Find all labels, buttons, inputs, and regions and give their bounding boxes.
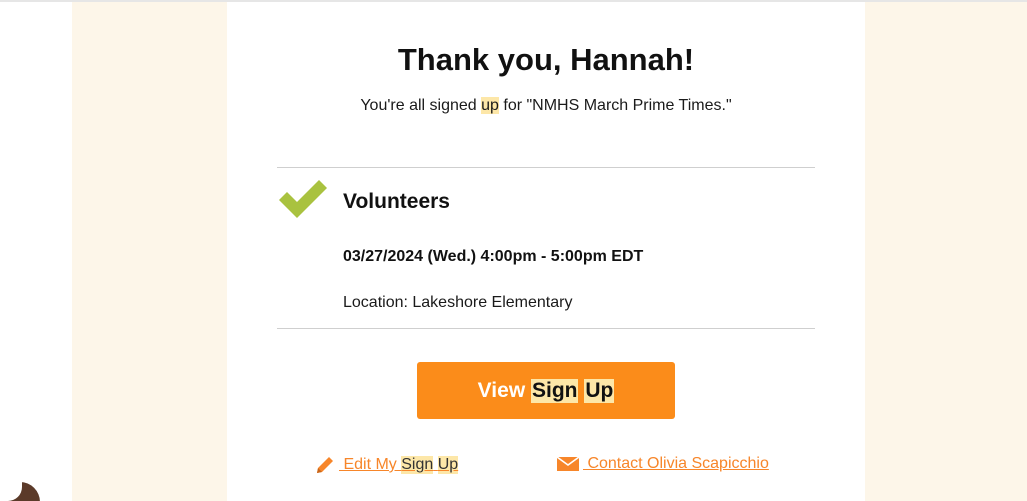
confirmation-card: Thank you, Hannah! You're all signed up … xyxy=(227,2,865,501)
page: Thank you, Hannah! You're all signed up … xyxy=(0,0,1027,501)
page-title: Thank you, Hannah! xyxy=(397,42,695,77)
pencil-icon xyxy=(317,457,333,473)
view-button-highlight-up: Up xyxy=(584,378,615,403)
checkmark-icon xyxy=(279,180,327,218)
edit-link-highlight-up: Up xyxy=(437,456,459,474)
contact-organizer-link[interactable]: Contact Olivia Scapicchio xyxy=(557,455,769,473)
edit-link-text: Edit My xyxy=(339,456,402,473)
edit-my-sign-up-link[interactable]: Edit My Sign Up xyxy=(315,455,459,475)
view-sign-up-button[interactable]: View Sign Up xyxy=(417,362,675,419)
divider-bottom xyxy=(277,328,815,329)
view-button-highlight-sign: Sign xyxy=(530,378,579,403)
envelope-icon xyxy=(557,456,579,471)
contact-link-text: Contact Olivia Scapicchio xyxy=(583,455,769,472)
message-highlight: up xyxy=(481,97,499,114)
slot-datetime: 03/27/2024 (Wed.) 4:00pm - 5:00pm EDT xyxy=(343,248,644,265)
left-background-band xyxy=(72,2,227,501)
right-background-band xyxy=(865,2,1027,501)
view-button-label: View xyxy=(477,378,531,402)
divider-top xyxy=(277,167,815,168)
edit-link-highlight-sign: Sign xyxy=(401,456,434,474)
confirmation-message: You're all signed up for "NMHS March Pri… xyxy=(227,97,865,115)
message-text-start: You're all signed xyxy=(360,97,482,114)
slot-title: Volunteers xyxy=(343,190,450,213)
message-text-end: for "NMHS March Prime Times." xyxy=(498,97,732,114)
slot-location: Location: Lakeshore Elementary xyxy=(343,294,573,311)
